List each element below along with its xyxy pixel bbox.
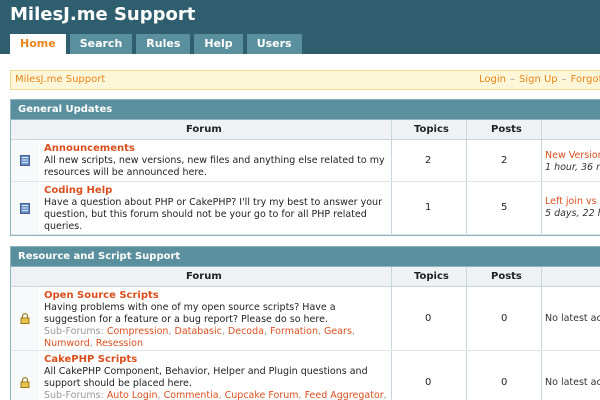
subforums-list: Sub-Forums: Compression, Databasic, Deco…: [44, 326, 355, 349]
forum-description: All CakePHP Component, Behavior, Helper …: [44, 366, 368, 389]
forum-section-general-updates: General Updates Forum Topics Posts Annou…: [10, 99, 600, 236]
tab-users[interactable]: Users: [246, 34, 302, 54]
tab-rules[interactable]: Rules: [136, 34, 191, 54]
tab-search[interactable]: Search: [69, 34, 133, 54]
site-header: MilesJ.me Support Home Search Rules Help…: [0, 0, 600, 54]
column-forum: Forum: [186, 124, 222, 135]
forum-description: Having problems with one of my open sour…: [44, 302, 336, 325]
forum-row: Announcements All new scripts, new versi…: [11, 140, 600, 182]
subforums-label: Sub-Forums:: [44, 326, 104, 337]
subforum-link[interactable]: Auto Login: [107, 390, 158, 400]
forum-read-icon: [20, 155, 30, 166]
posts-count: 0: [501, 313, 508, 324]
subforums-label: Sub-Forums:: [44, 390, 104, 400]
forgot-password-link[interactable]: Forgot Pa: [571, 74, 600, 85]
last-post-time: 1 hour, 36 m: [545, 162, 600, 173]
forum-row: CakePHP Scripts All CakePHP Component, B…: [11, 351, 600, 400]
breadcrumb-home-link[interactable]: MilesJ.me Support: [15, 74, 105, 85]
forum-section-resource-support: Resource and Script Support Forum Topics…: [10, 246, 600, 400]
subforum-link[interactable]: Decoda: [228, 326, 264, 337]
column-posts: Posts: [491, 271, 522, 282]
subforum-link[interactable]: Formation: [270, 326, 318, 337]
topics-count: 0: [425, 313, 432, 324]
separator: –: [509, 74, 515, 85]
forum-title-link[interactable]: CakePHP Scripts: [44, 354, 389, 365]
forum-title-link[interactable]: Coding Help: [44, 185, 389, 196]
signup-link[interactable]: Sign Up: [519, 74, 558, 85]
separator: –: [561, 74, 567, 85]
forum-title-link[interactable]: Announcements: [44, 143, 389, 154]
topics-count: 0: [425, 377, 432, 388]
posts-count: 0: [501, 377, 508, 388]
last-post-time: 5 days, 22 h: [545, 208, 600, 219]
subforum-link[interactable]: Resession: [96, 338, 143, 349]
topics-count: 1: [425, 202, 432, 213]
posts-count: 2: [501, 155, 508, 166]
site-title[interactable]: MilesJ.me Support: [10, 4, 195, 25]
no-latest-activity: No latest act: [545, 313, 600, 324]
user-links: Login–Sign Up–Forgot Pa: [479, 74, 600, 85]
tab-home[interactable]: Home: [10, 34, 66, 54]
main-nav: Home Search Rules Help Users: [10, 34, 306, 54]
subforum-link[interactable]: Databasic: [175, 326, 222, 337]
last-post: No latest act: [545, 377, 600, 389]
forum-description: All new scripts, new versions, new files…: [44, 155, 385, 178]
tab-help[interactable]: Help: [194, 34, 243, 54]
column-topics: Topics: [414, 124, 449, 135]
section-title[interactable]: General Updates: [11, 100, 600, 120]
column-posts: Posts: [491, 124, 522, 135]
subforum-link[interactable]: Feed Aggregator: [305, 390, 384, 400]
section-title[interactable]: Resource and Script Support: [11, 247, 600, 267]
subforum-link[interactable]: Gears: [324, 326, 352, 337]
posts-count: 5: [501, 202, 508, 213]
forum-description: Have a question about PHP or CakePHP? I'…: [44, 197, 382, 232]
no-latest-activity: No latest act: [545, 377, 600, 388]
topics-count: 2: [425, 155, 432, 166]
subforum-link[interactable]: Cupcake Forum: [225, 390, 299, 400]
column-headers: Forum Topics Posts: [11, 267, 600, 287]
breadcrumb: MilesJ.me Support Login–Sign Up–Forgot P…: [10, 70, 600, 90]
forum-locked-icon: [20, 377, 30, 388]
subforum-link[interactable]: Commentia: [164, 390, 219, 400]
login-link[interactable]: Login: [479, 74, 506, 85]
last-post-link[interactable]: Left join vs a: [545, 196, 600, 208]
forum-row: Open Source Scripts Having problems with…: [11, 287, 600, 351]
forum-row: Coding Help Have a question about PHP or…: [11, 182, 600, 235]
column-forum: Forum: [186, 271, 222, 282]
subforum-link[interactable]: Numword: [44, 338, 90, 349]
column-headers: Forum Topics Posts: [11, 120, 600, 140]
last-post: No latest act: [545, 313, 600, 325]
last-post-link[interactable]: New Version: [545, 150, 600, 162]
subforum-link[interactable]: Compression: [107, 326, 169, 337]
last-post: New Version 1 hour, 36 m: [545, 150, 600, 174]
forum-read-icon: [20, 203, 30, 214]
last-post: Left join vs a 5 days, 22 h: [545, 196, 600, 220]
column-topics: Topics: [414, 271, 449, 282]
forum-locked-icon: [20, 313, 30, 324]
subforums-list: Sub-Forums: Auto Login, Commentia, Cupca…: [44, 390, 387, 400]
forum-title-link[interactable]: Open Source Scripts: [44, 290, 389, 301]
